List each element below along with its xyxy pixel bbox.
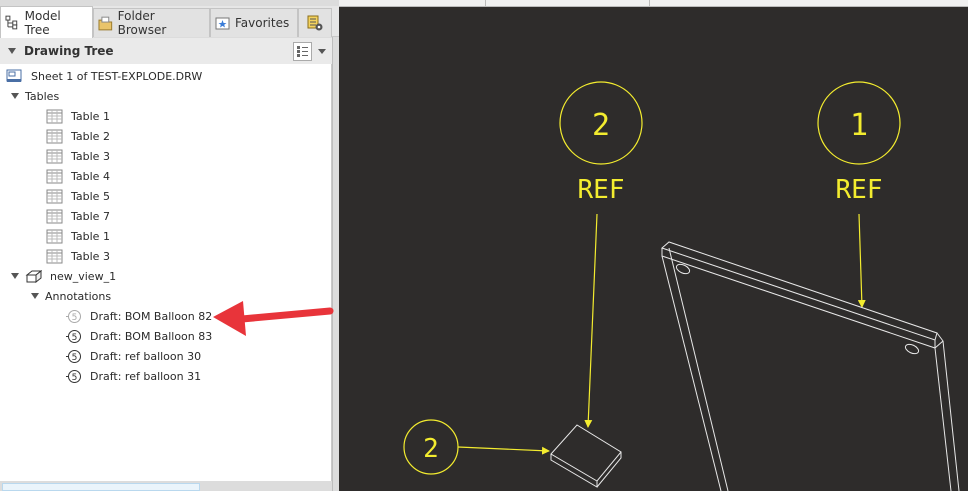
tree-item-annotation[interactable]: 5 Draft: BOM Balloon 83 <box>0 326 330 346</box>
expand-arrow-icon[interactable] <box>11 273 19 279</box>
balloon-ref-label: REF <box>578 175 625 205</box>
tree-settings-button[interactable] <box>293 42 312 61</box>
balloon-ref-label: REF <box>836 175 883 205</box>
model-tree-panel: Model Tree Folder Browser Favorites Draw… <box>0 0 339 491</box>
tree-item-label: Draft: BOM Balloon 82 <box>90 309 213 323</box>
tab-favorites[interactable]: Favorites <box>210 8 298 37</box>
tree-item-label: Table 3 <box>71 249 110 263</box>
drawing-view-icon <box>25 269 42 283</box>
table-icon <box>46 249 63 263</box>
table-icon <box>46 149 63 163</box>
model-tree-icon <box>5 15 18 30</box>
tree-item-annotations[interactable]: Annotations <box>0 286 330 306</box>
svg-text:5: 5 <box>72 353 78 363</box>
svg-text:5: 5 <box>72 313 78 323</box>
navigator-tab-bar: Model Tree Folder Browser Favorites <box>0 6 339 38</box>
layer-settings-icon <box>307 15 323 31</box>
drawing-tree-title: Drawing Tree <box>24 44 114 58</box>
tree-settings-icon <box>297 46 308 57</box>
tree-item-label: Table 1 <box>71 229 110 243</box>
tree-item-table[interactable]: Table 1 <box>0 106 330 126</box>
balloon-icon: 5 <box>66 349 81 363</box>
bom-balloon-2[interactable]: 2 <box>403 419 550 475</box>
toolbar-divider <box>485 0 486 7</box>
ref-balloon-1[interactable]: 1 REF <box>817 81 901 308</box>
tree-item-label: Table 5 <box>71 189 110 203</box>
chevron-down-icon[interactable] <box>318 49 326 54</box>
tree-item-label: Table 2 <box>71 129 110 143</box>
tree-item-label: Draft: BOM Balloon 83 <box>90 329 213 343</box>
drawing-canvas[interactable]: 2 REF 1 REF 2 <box>339 7 968 491</box>
tree-item-sheet[interactable]: Sheet 1 of TEST-EXPLODE.DRW <box>0 66 330 86</box>
tree-item-view[interactable]: new_view_1 <box>0 266 330 286</box>
graphics-toolbar-strip <box>339 0 968 7</box>
sheet-icon <box>6 69 22 82</box>
tree-item-label: Table 4 <box>71 169 110 183</box>
drawing-tree: Sheet 1 of TEST-EXPLODE.DRW Tables Table… <box>0 64 332 481</box>
table-icon <box>46 229 63 243</box>
balloon-number: 2 <box>423 434 439 464</box>
tree-item-table[interactable]: Table 7 <box>0 206 330 226</box>
leader-line <box>584 213 598 428</box>
favorites-icon <box>215 17 230 29</box>
balloon-number: 1 <box>850 108 868 143</box>
table-icon <box>46 169 63 183</box>
balloon-number: 2 <box>592 108 610 143</box>
balloon-icon: 5 <box>66 309 81 323</box>
collapse-arrow-icon[interactable] <box>8 48 16 54</box>
small-block-part[interactable] <box>550 424 622 488</box>
panel-splitter[interactable] <box>332 37 339 491</box>
tab-model-tree[interactable]: Model Tree <box>0 6 93 38</box>
tree-item-annotation[interactable]: 5 Draft: BOM Balloon 82 <box>0 306 330 326</box>
tab-label: Favorites <box>235 16 290 30</box>
tree-item-table[interactable]: Table 3 <box>0 246 330 266</box>
tree-item-label: Sheet 1 of TEST-EXPLODE.DRW <box>31 69 203 83</box>
expand-arrow-icon[interactable] <box>31 293 39 299</box>
table-icon <box>46 189 63 203</box>
drawing-graphics: 2 REF 1 REF 2 <box>403 81 960 491</box>
svg-text:5: 5 <box>72 373 78 383</box>
svg-text:5: 5 <box>72 333 78 343</box>
tree-item-table[interactable]: Table 5 <box>0 186 330 206</box>
tree-item-label: Tables <box>25 89 60 103</box>
tree-item-label: Table 3 <box>71 149 110 163</box>
tree-search-field[interactable] <box>2 483 200 491</box>
tab-label: Model Tree <box>24 8 61 37</box>
table-icon <box>46 109 63 123</box>
balloon-icon: 5 <box>66 369 81 383</box>
tab-folder-browser[interactable]: Folder Browser <box>93 8 210 37</box>
tree-item-label: Table 7 <box>71 209 110 223</box>
leader-line <box>457 446 550 455</box>
tree-item-table[interactable]: Table 2 <box>0 126 330 146</box>
tree-item-label: Table 1 <box>71 109 110 123</box>
tree-item-annotation[interactable]: 5 Draft: ref balloon 31 <box>0 366 330 386</box>
tree-item-table[interactable]: Table 1 <box>0 226 330 246</box>
leader-line <box>857 213 866 308</box>
tree-item-table[interactable]: Table 4 <box>0 166 330 186</box>
balloon-icon: 5 <box>66 329 81 343</box>
expand-arrow-icon[interactable] <box>11 93 19 99</box>
tree-item-label: Annotations <box>45 289 112 303</box>
tree-item-table[interactable]: Table 3 <box>0 146 330 166</box>
tab-layers[interactable] <box>298 8 332 37</box>
ref-balloon-2[interactable]: 2 REF <box>559 81 643 428</box>
table-icon <box>46 209 63 223</box>
tab-label: Folder Browser <box>117 9 167 37</box>
tree-item-tables[interactable]: Tables <box>0 86 330 106</box>
drawing-tree-header: Drawing Tree <box>0 38 339 64</box>
table-icon <box>46 129 63 143</box>
tree-item-label: Draft: ref balloon 31 <box>90 369 202 383</box>
toolbar-divider <box>649 0 650 7</box>
folder-browser-icon <box>98 16 113 30</box>
tree-item-annotation[interactable]: 5 Draft: ref balloon 30 <box>0 346 330 366</box>
tree-item-label: new_view_1 <box>50 269 117 283</box>
plate-part[interactable] <box>661 241 960 491</box>
tree-item-label: Draft: ref balloon 30 <box>90 349 202 363</box>
